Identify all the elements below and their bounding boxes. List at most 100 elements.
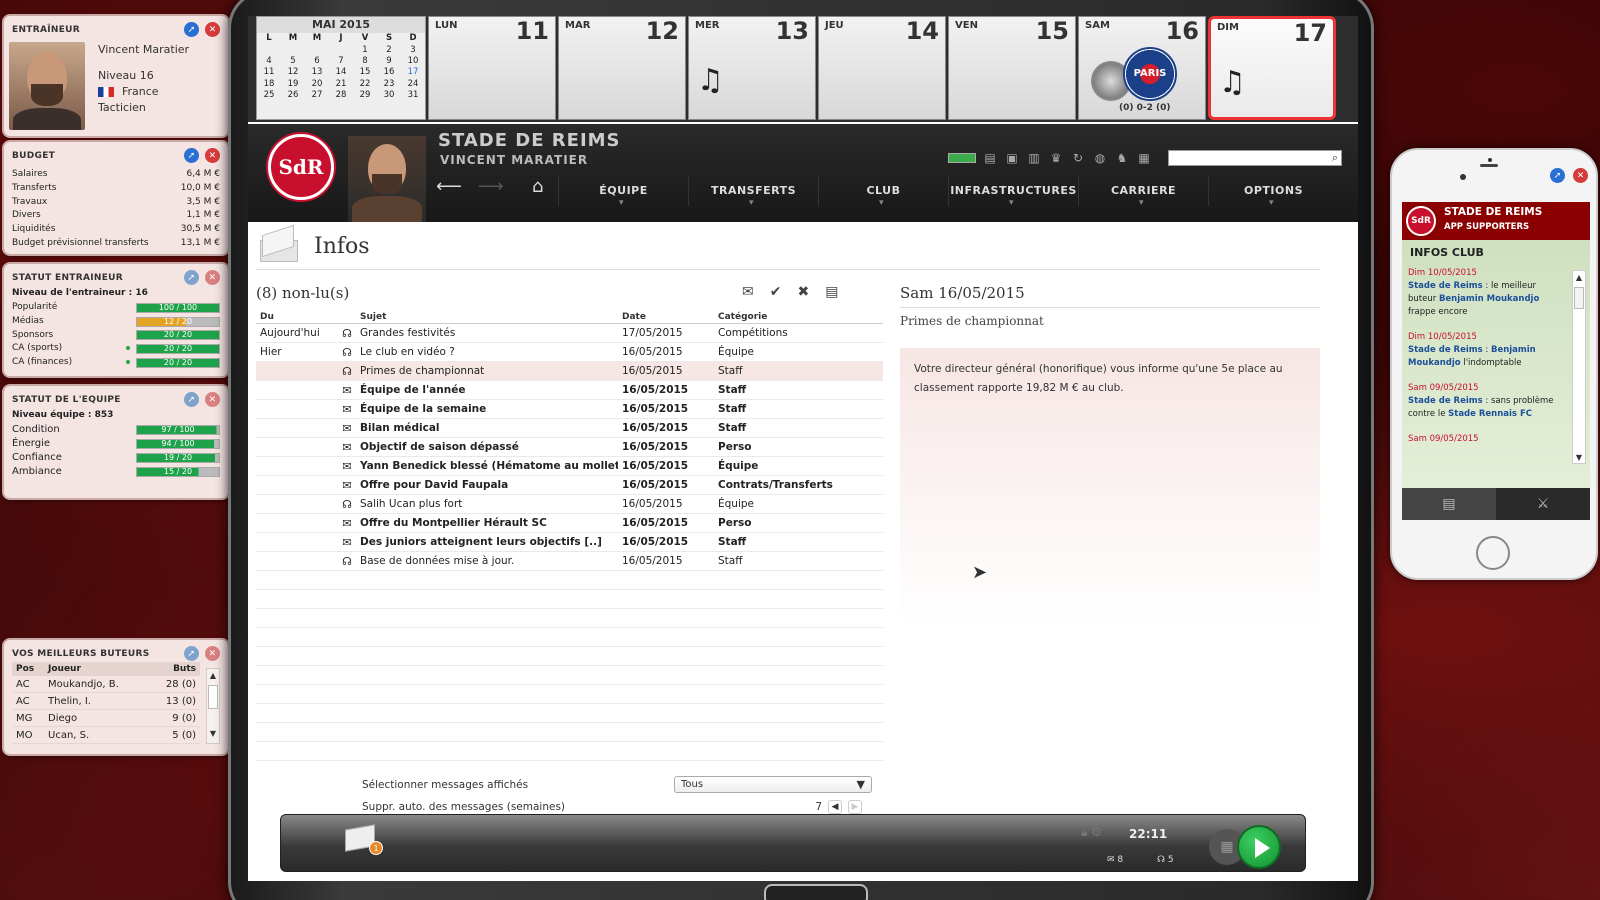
scorer-row[interactable]: MG Diego 9 (0) xyxy=(12,710,200,727)
open-icon[interactable]: ➚ xyxy=(184,22,199,37)
calendar-date[interactable]: 8 xyxy=(353,56,377,67)
menu-club[interactable]: CLUB xyxy=(818,176,948,218)
message-row[interactable]: ✉ Yann Benedick blessé (Hématome au molle… xyxy=(256,457,883,476)
calendar-date[interactable]: 22 xyxy=(353,79,377,90)
calendar-date[interactable]: 10 xyxy=(401,56,425,67)
search-input[interactable]: ⌕ xyxy=(1168,150,1342,166)
calendar-date[interactable]: 29 xyxy=(353,90,377,101)
calendar-date[interactable]: 15 xyxy=(353,67,377,78)
close-icon[interactable]: ✕ xyxy=(205,646,220,661)
calendar-date[interactable]: 27 xyxy=(305,90,329,101)
battery-icon[interactable] xyxy=(948,153,976,163)
open-icon[interactable]: ➚ xyxy=(184,148,199,163)
forward-arrow-icon[interactable]: ⟶ xyxy=(478,176,504,197)
calendar-date[interactable]: 18 xyxy=(257,79,281,90)
scroll-down-icon[interactable]: ▼ xyxy=(1573,451,1585,465)
open-icon[interactable]: ➚ xyxy=(184,270,199,285)
day-cell-mar[interactable]: MAR 12 xyxy=(558,16,686,120)
calendar-date[interactable]: 26 xyxy=(281,90,305,101)
calendar-date[interactable]: 11 xyxy=(257,67,281,78)
day-cell-lun[interactable]: LUN 11 xyxy=(428,16,556,120)
phone-home-button[interactable] xyxy=(1476,536,1510,570)
scorer-row[interactable]: MO Ucan, S. 5 (0) xyxy=(12,727,200,744)
day-cell-mer[interactable]: MER 13 ♫ xyxy=(688,16,816,120)
menu-options[interactable]: OPTIONS xyxy=(1208,176,1338,218)
home-icon[interactable]: ⌂ xyxy=(532,176,543,197)
open-icon[interactable]: ➚ xyxy=(184,646,199,661)
scroll-thumb[interactable] xyxy=(208,685,218,709)
message-row[interactable]: Hier ☊ Le club en vidéo ? 16/05/2015 Équipe xyxy=(256,343,883,362)
message-row[interactable]: ✉ Offre pour David Faupala 16/05/2015 Contr… xyxy=(256,476,883,495)
tablet-home-button[interactable] xyxy=(764,884,868,900)
news-tab-icon[interactable]: ▤ xyxy=(1402,488,1496,520)
scroll-down-icon[interactable]: ▼ xyxy=(207,727,219,741)
close-icon[interactable]: ✕ xyxy=(205,148,220,163)
continue-button[interactable] xyxy=(1237,825,1281,869)
day-cell-jeu[interactable]: JEU 14 xyxy=(818,16,946,120)
col-date[interactable]: Date xyxy=(618,310,714,323)
news-item[interactable]: Dim 10/05/2015 Stade de Reims : Benjamin … xyxy=(1408,331,1566,370)
calendar-date[interactable]: 6 xyxy=(305,56,329,67)
search-icon[interactable]: ⌕ xyxy=(1332,151,1338,165)
calendar-date[interactable]: 1 xyxy=(353,44,377,55)
screen-icon[interactable]: ▣ xyxy=(1004,150,1020,166)
close-icon[interactable]: ✕ xyxy=(205,22,220,37)
day-cell-ven[interactable]: VEN 15 xyxy=(948,16,1076,120)
stats-icon[interactable]: ▥ xyxy=(1026,150,1042,166)
calendar-date[interactable]: 9 xyxy=(377,56,401,67)
feed-scrollbar[interactable]: ▲ ▼ xyxy=(1572,270,1586,464)
close-icon[interactable]: ✕ xyxy=(205,270,220,285)
calendar-date[interactable]: 7 xyxy=(329,56,353,67)
scorer-row[interactable]: AC Thelin, I. 13 (0) xyxy=(12,693,200,710)
calendar-date[interactable]: 19 xyxy=(281,79,305,90)
notes-icon[interactable]: ▦ xyxy=(1136,150,1152,166)
scorer-row[interactable]: AC Moukandjo, B. 28 (0) xyxy=(12,676,200,693)
message-row[interactable]: ✉ Bilan médical 16/05/2015 Staff xyxy=(256,419,883,438)
message-row[interactable]: ☊ Primes de championnat 16/05/2015 Staff xyxy=(256,362,883,381)
newspaper-icon[interactable]: ▤ xyxy=(982,150,998,166)
calendar-date[interactable]: 21 xyxy=(329,79,353,90)
scout-icon[interactable]: ♞ xyxy=(1114,150,1130,166)
mini-calendar[interactable]: MAI 2015 L M M J V S D 1 2 3 4 5 6 7 8 9 10 11 12 13 14 15 16 1… xyxy=(256,16,426,120)
news-feed[interactable]: INFOS CLUB Dim 10/05/2015 Stade de Reims … xyxy=(1402,240,1590,500)
open-icon[interactable]: ➚ xyxy=(184,392,199,407)
calendar-date[interactable]: 20 xyxy=(305,79,329,90)
calendar-date[interactable]: 31 xyxy=(401,90,425,101)
menu-carriere[interactable]: CARRIERE xyxy=(1078,176,1208,218)
message-row[interactable]: Aujourd'hui ☊ Grandes festivités 17/05/2015… xyxy=(256,324,883,343)
news-item[interactable]: Sam 09/05/2015 xyxy=(1408,433,1566,446)
news-item[interactable]: Sam 09/05/2015 Stade de Reims : sans prob… xyxy=(1408,382,1566,421)
day-cell-dim[interactable]: DIM 17 ♫ xyxy=(1208,16,1336,120)
open-icon[interactable]: ➚ xyxy=(1550,168,1565,183)
menu-transferts[interactable]: TRANSFERTS xyxy=(688,176,818,218)
message-row[interactable]: ✉ Équipe de la semaine 16/05/2015 Staff xyxy=(256,400,883,419)
calendar-date[interactable]: 25 xyxy=(257,90,281,101)
delete-mail-icon[interactable]: ✖ xyxy=(797,284,809,300)
col-from[interactable]: Du xyxy=(256,310,336,323)
menu-equipe[interactable]: ÉQUIPE xyxy=(558,176,688,218)
close-icon[interactable]: ✕ xyxy=(1573,168,1588,183)
scroll-up-icon[interactable]: ▲ xyxy=(207,669,219,683)
decrease-icon[interactable]: ◀ xyxy=(828,800,842,814)
calendar-date[interactable]: 30 xyxy=(377,90,401,101)
message-row[interactable]: ✉ Équipe de l'année 16/05/2015 Staff xyxy=(256,381,883,400)
increase-icon[interactable]: ▶ xyxy=(848,800,862,814)
message-row[interactable]: ☊ Salih Ucan plus fort 16/05/2015 Équipe xyxy=(256,495,883,514)
calendar-date[interactable]: 24 xyxy=(401,79,425,90)
mark-read-icon[interactable]: ✔ xyxy=(770,284,782,300)
match-info[interactable]: PARIS (0) 0-2 (0) xyxy=(1079,45,1207,117)
refresh-icon[interactable]: ↻ xyxy=(1070,150,1086,166)
archive-mail-icon[interactable]: ▤ xyxy=(825,284,838,300)
calendar-date[interactable]: 3 xyxy=(401,44,425,55)
message-row[interactable]: ☊ Base de données mise à jour. 16/05/2015 S… xyxy=(256,552,883,571)
col-subject[interactable]: Sujet xyxy=(358,310,618,323)
calendar-date[interactable]: 12 xyxy=(281,67,305,78)
col-category[interactable]: Catégorie xyxy=(714,310,883,323)
message-row[interactable]: ✉ Objectif de saison dépassé 16/05/2015 Per… xyxy=(256,438,883,457)
lock-icon[interactable]: 🔒︎ ⚙ xyxy=(1081,825,1102,840)
calendar-date[interactable]: 17 xyxy=(401,67,425,78)
message-row[interactable]: ✉ Des juniors atteignent leurs objectifs … xyxy=(256,533,883,552)
scroll-up-icon[interactable]: ▲ xyxy=(1573,271,1585,285)
calendar-date[interactable]: 16 xyxy=(377,67,401,78)
back-arrow-icon[interactable]: ⟵ xyxy=(436,176,462,197)
